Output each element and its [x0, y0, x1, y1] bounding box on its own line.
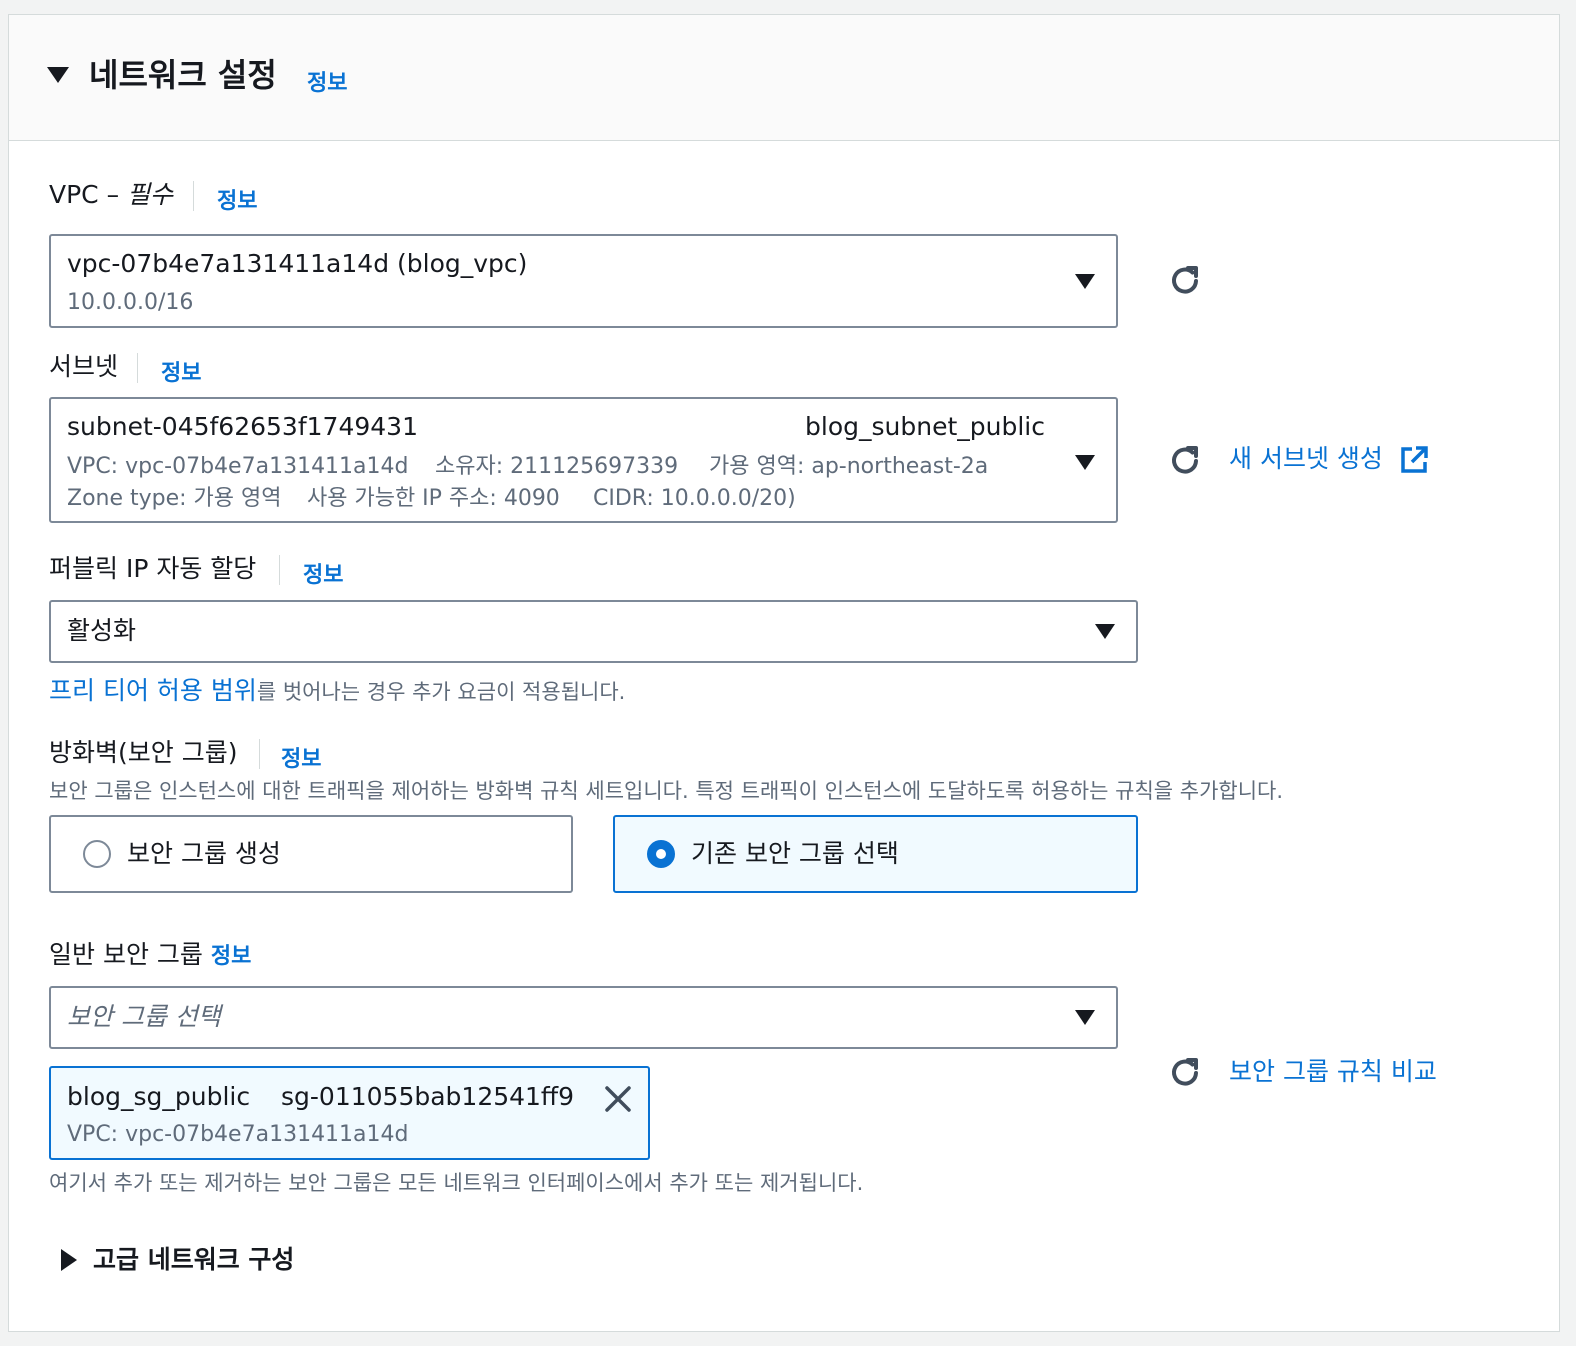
close-icon[interactable]: [603, 1084, 633, 1114]
divider: [193, 181, 194, 211]
compare-sg-rules-link[interactable]: 보안 그룹 규칙 비교: [1229, 1056, 1437, 1088]
network-settings-panel: 네트워크 설정 정보 VPC – 필수 정보 vpc-07b4e7a131411…: [8, 14, 1560, 1332]
external-link-icon[interactable]: [1399, 445, 1429, 475]
section-info-link[interactable]: 정보: [307, 65, 347, 97]
caret-down-icon[interactable]: [47, 67, 69, 83]
divider: [259, 739, 260, 769]
subnet-label: 서브넷: [49, 352, 119, 381]
refresh-icon[interactable]: [1167, 1055, 1203, 1091]
dropdown-caret-icon: [1075, 1010, 1095, 1025]
subnet-name: blog_subnet_public: [805, 412, 1045, 441]
firewall-info-link[interactable]: 정보: [281, 741, 321, 773]
advanced-network-config-toggle[interactable]: 고급 네트워크 구성: [93, 1244, 294, 1276]
security-group-select[interactable]: 보안 그룹 선택: [49, 986, 1118, 1049]
public-ip-value: 활성화: [67, 616, 137, 645]
free-tier-note: 프리 티어 허용 범위를 벗어나는 경우 추가 요금이 적용됩니다.: [49, 677, 625, 706]
subnet-vpc: VPC: vpc-07b4e7a131411a14d: [67, 454, 409, 479]
free-tier-note-text: 를 벗어나는 경우 추가 요금이 적용됩니다.: [256, 680, 626, 704]
panel-header[interactable]: 네트워크 설정 정보: [9, 15, 1559, 141]
token-sg-vpc: VPC: vpc-07b4e7a131411a14d: [67, 1122, 409, 1147]
vpc-info-link[interactable]: 정보: [217, 183, 257, 215]
vpc-required: 필수: [127, 180, 174, 209]
subnet-zone-type: Zone type: 가용 영역: [67, 486, 282, 511]
free-tier-link[interactable]: 프리 티어 허용 범위: [49, 676, 257, 705]
dropdown-caret-icon: [1095, 624, 1115, 639]
common-sg-info-link[interactable]: 정보: [211, 944, 251, 969]
caret-right-icon[interactable]: [61, 1249, 77, 1271]
subnet-info-link[interactable]: 정보: [161, 355, 201, 387]
token-sg-name: blog_sg_public: [67, 1082, 251, 1111]
subnet-available-ips: 사용 가능한 IP 주소: 4090: [307, 486, 560, 511]
public-ip-select[interactable]: 활성화: [49, 600, 1138, 663]
vpc-select[interactable]: vpc-07b4e7a131411a14d (blog_vpc) 10.0.0.…: [49, 234, 1118, 328]
subnet-select[interactable]: subnet-045f62653f1749431 blog_subnet_pub…: [49, 397, 1118, 523]
public-ip-info-link[interactable]: 정보: [303, 557, 343, 589]
subnet-id: subnet-045f62653f1749431: [67, 412, 418, 441]
radio-selected[interactable]: [647, 840, 675, 868]
subnet-az: 가용 영역: ap-northeast-2a: [709, 454, 989, 479]
vpc-select-cidr: 10.0.0.0/16: [67, 290, 194, 315]
divider: [279, 555, 280, 585]
dropdown-caret-icon: [1075, 455, 1095, 470]
section-title: 네트워크 설정: [89, 56, 277, 94]
firewall-label: 방화벽(보안 그룹): [49, 738, 238, 767]
token-sg-id: sg-011055bab12541ff9: [281, 1082, 575, 1111]
existing-security-group-option[interactable]: 기존 보안 그룹 선택: [613, 815, 1138, 893]
common-sg-label: 일반 보안 그룹 정보: [49, 939, 251, 973]
create-security-group-option[interactable]: 보안 그룹 생성: [49, 815, 573, 893]
security-group-token: blog_sg_public sg-011055bab12541ff9 VPC:…: [49, 1066, 650, 1160]
create-subnet-link[interactable]: 새 서브넷 생성: [1229, 443, 1383, 475]
create-security-group-label: 보안 그룹 생성: [127, 839, 281, 868]
common-sg-label-text: 일반 보안 그룹: [49, 940, 203, 969]
subnet-owner: 소유자: 211125697339: [435, 454, 679, 479]
divider: [137, 353, 138, 383]
existing-security-group-label: 기존 보안 그룹 선택: [691, 839, 899, 868]
refresh-icon[interactable]: [1167, 263, 1203, 299]
firewall-description: 보안 그룹은 인스턴스에 대한 트래픽을 제어하는 방화벽 규칙 세트입니다. …: [49, 779, 1284, 803]
vpc-label-text: VPC –: [49, 180, 128, 209]
radio-unselected[interactable]: [83, 840, 111, 868]
subnet-cidr: CIDR: 10.0.0.0/20): [593, 486, 796, 511]
vpc-label: VPC – 필수: [49, 179, 173, 211]
security-group-note: 여기서 추가 또는 제거하는 보안 그룹은 모든 네트워크 인터페이스에서 추가…: [49, 1171, 864, 1195]
public-ip-label: 퍼블릭 IP 자동 할당: [49, 554, 257, 583]
dropdown-caret-icon: [1075, 274, 1095, 289]
security-group-placeholder: 보안 그룹 선택: [67, 1002, 221, 1031]
refresh-icon[interactable]: [1167, 443, 1203, 479]
vpc-select-value: vpc-07b4e7a131411a14d (blog_vpc): [67, 249, 528, 278]
